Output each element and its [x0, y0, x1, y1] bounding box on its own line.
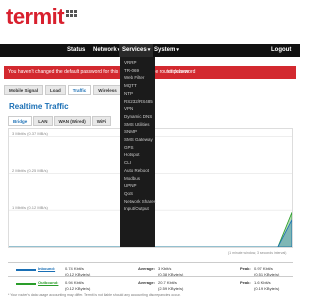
tab-wifi[interactable]: WiFi [91, 116, 112, 126]
y-tick-label: 1 Mbit/s (0.12 MB/s) [12, 205, 48, 211]
inbound-current-bits: 0.74 Kbit/s [65, 266, 84, 271]
menu-item-sms-gateway[interactable]: SMS Gateway [120, 136, 155, 144]
inbound-swatch [16, 269, 36, 271]
nav-status[interactable]: Status [67, 46, 85, 55]
menu-item-qos[interactable]: QoS [120, 190, 155, 198]
menu-item-sms-utilities[interactable]: SMS Utilities [120, 121, 155, 129]
nav-system[interactable]: System▾ [154, 46, 179, 55]
usage-disclaimer: * Your router's data usage accounting ma… [8, 293, 181, 297]
menu-item-dynamic-dns[interactable]: Dynamic DNS [120, 113, 155, 121]
y-tick-label: 2 Mbit/s (0.25 MB/s) [12, 168, 48, 174]
chevron-down-icon: ▾ [147, 47, 151, 53]
menu-item-ntp[interactable]: NTP [120, 90, 155, 98]
interface-tabs: Bridge LAN WAN (Wired) WiFi [8, 116, 112, 126]
outbound-label: Outbound: [38, 280, 59, 285]
menu-item-mqtt[interactable]: MQTT [120, 82, 155, 90]
menu-item-modbus[interactable]: Modbus [120, 175, 155, 183]
chart-window-note: (1 minute window, 3 seconds interval) [228, 251, 287, 255]
tab-mobile-signal[interactable]: Mobile Signal [4, 85, 44, 95]
outbound-average-label: Average: [138, 280, 155, 285]
tab-traffic[interactable]: Traffic [67, 85, 92, 95]
tab-lan[interactable]: LAN [33, 116, 53, 126]
tab-wireless[interactable]: Wireless [93, 85, 122, 95]
menu-item-vrrp[interactable]: VRRP [120, 59, 155, 67]
outbound-peak-bits: 1.6 Kbit/s [254, 280, 271, 285]
outbound-current-bits: 0.94 Kbit/s [65, 280, 84, 285]
inbound-peak-bits: 0.97 Kbit/s [254, 266, 273, 271]
y-tick-label: 3 Mbit/s (0.37 MB/s) [12, 131, 48, 137]
outbound-swatch [16, 283, 36, 285]
outbound-peak-label: Peak: [240, 280, 251, 285]
logo-dots-icon [66, 10, 78, 17]
menu-item-hotspot[interactable]: Hotspot [120, 151, 155, 159]
menu-item-upnp[interactable]: UPNP [120, 182, 155, 190]
page-title: Realtime Traffic [9, 102, 69, 111]
menu-item-cli[interactable]: CLI [120, 159, 155, 167]
chevron-down-icon: ▾ [176, 47, 179, 53]
alert-link[interactable]: click here [168, 66, 189, 79]
tab-bridge[interactable]: Bridge [8, 116, 33, 126]
termit-logo: termit [6, 4, 78, 29]
tab-load[interactable]: Load [45, 85, 66, 95]
menu-item-tr-069[interactable]: TR-069 [120, 67, 155, 75]
logout-button[interactable]: Logout [271, 46, 291, 55]
nav-network[interactable]: Network▾ [93, 46, 120, 55]
inbound-peak-label: Peak: [240, 266, 251, 271]
inbound-label: Inbound: [38, 266, 56, 271]
menu-item-snmp[interactable]: SNMP [120, 128, 155, 136]
menu-item-auto-reboot[interactable]: Auto Reboot [120, 167, 155, 175]
outbound-current-bytes: (0.12 KByte/s) [65, 286, 91, 291]
menu-item-vpn[interactable]: VPN [120, 105, 155, 113]
nav-services[interactable]: Services▾ [119, 44, 154, 57]
services-dropdown-menu: VRRP TR-069 Web Filter MQTT NTP RS232/RS… [120, 57, 156, 247]
brand-name: termit [6, 4, 65, 29]
outbound-average-bits: 20.7 Kbit/s [158, 280, 177, 285]
tab-wan-wired[interactable]: WAN (Wired) [53, 116, 91, 126]
menu-item-input-output[interactable]: Input/Output [120, 205, 155, 213]
main-navigation: Status Network▾ Services▾ System▾ Logout [0, 44, 300, 57]
menu-item-network-shares[interactable]: Network Shares [120, 198, 156, 206]
inbound-average-bits: 3 Kbit/s [158, 266, 172, 271]
outbound-peak-bytes: (0.19 KByte/s) [254, 286, 280, 291]
menu-item-web-filter[interactable]: Web Filter [120, 74, 155, 82]
outbound-average-bytes: (2.59 KByte/s) [158, 286, 184, 291]
inbound-average-label: Average: [138, 266, 155, 271]
menu-item-gps[interactable]: GPS [120, 144, 155, 152]
menu-item-rs232-rs485[interactable]: RS232/RS485 [120, 98, 155, 106]
